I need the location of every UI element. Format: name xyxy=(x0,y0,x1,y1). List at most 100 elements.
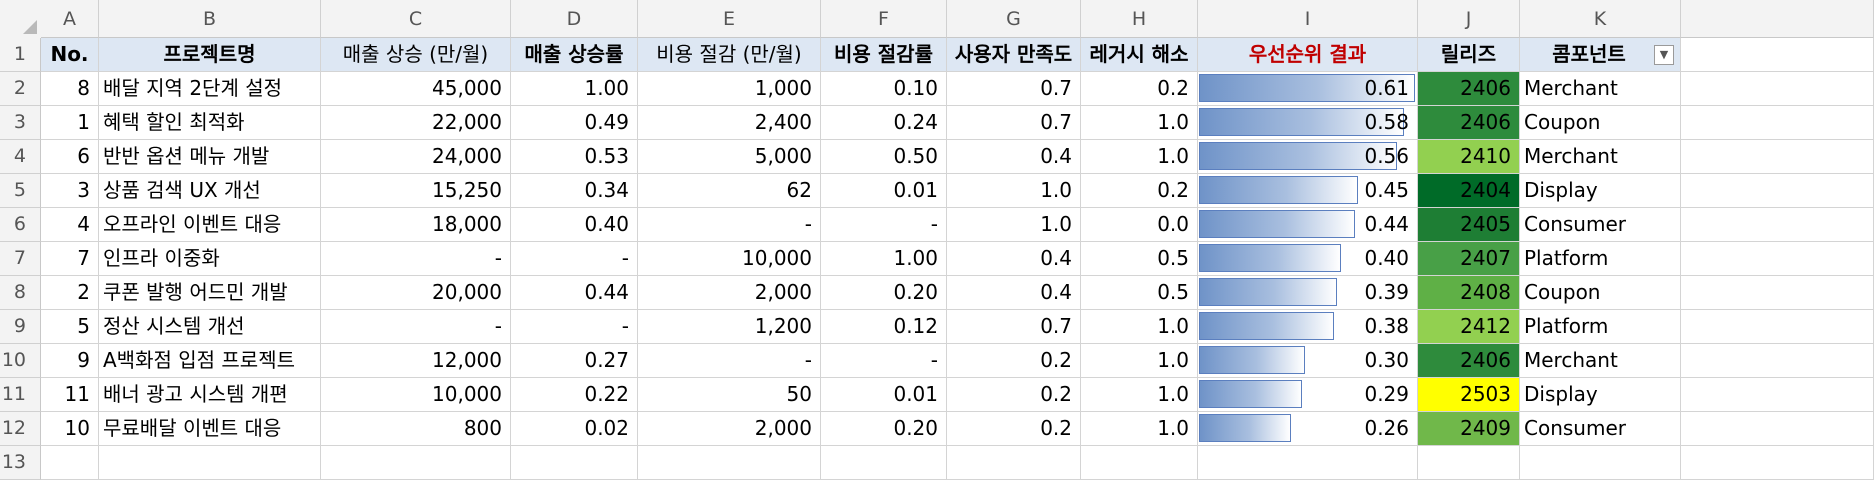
cell-i3[interactable]: 0.58 xyxy=(1198,106,1418,140)
cell-f5[interactable]: 0.01 xyxy=(821,174,947,208)
cell-k8[interactable]: Coupon xyxy=(1520,276,1681,310)
cell-c6[interactable]: 18,000 xyxy=(321,208,511,242)
cell-c11[interactable]: 10,000 xyxy=(321,378,511,412)
cell-e6[interactable]: - xyxy=(638,208,821,242)
column-header-h[interactable]: H xyxy=(1081,0,1198,38)
cell-b5[interactable]: 상품 검색 UX 개선 xyxy=(99,174,321,208)
column-header-a[interactable]: A xyxy=(41,0,99,38)
cell-a10[interactable]: 9 xyxy=(41,344,99,378)
cell-b3[interactable]: 혜택 할인 최적화 xyxy=(99,106,321,140)
row-header-6[interactable]: 6 xyxy=(0,208,41,242)
cell-g10[interactable]: 0.2 xyxy=(947,344,1081,378)
column-header-c[interactable]: C xyxy=(321,0,511,38)
header-cell-d[interactable]: 매출 상승률 xyxy=(511,38,638,72)
row-header-3[interactable]: 3 xyxy=(0,106,41,140)
cell-j10[interactable]: 2406 xyxy=(1418,344,1520,378)
cell-e3[interactable]: 2,400 xyxy=(638,106,821,140)
cell-g5[interactable]: 1.0 xyxy=(947,174,1081,208)
cell-c10[interactable]: 12,000 xyxy=(321,344,511,378)
cell-j9[interactable]: 2412 xyxy=(1418,310,1520,344)
row-header-13[interactable]: 13 xyxy=(0,446,41,480)
cell-j4[interactable]: 2410 xyxy=(1418,140,1520,174)
cell-f3[interactable]: 0.24 xyxy=(821,106,947,140)
column-header-k[interactable]: K xyxy=(1520,0,1681,38)
cell-f11[interactable]: 0.01 xyxy=(821,378,947,412)
cell-h5[interactable]: 0.2 xyxy=(1081,174,1198,208)
cell-g2[interactable]: 0.7 xyxy=(947,72,1081,106)
header-cell-c[interactable]: 매출 상승 (만/월) xyxy=(321,38,511,72)
cell-h9[interactable]: 1.0 xyxy=(1081,310,1198,344)
cell-b8[interactable]: 쿠폰 발행 어드민 개발 xyxy=(99,276,321,310)
cell-k5[interactable]: Display xyxy=(1520,174,1681,208)
column-header-d[interactable]: D xyxy=(511,0,638,38)
cell-k10[interactable]: Merchant xyxy=(1520,344,1681,378)
cell-d11[interactable]: 0.22 xyxy=(511,378,638,412)
cell-c12[interactable]: 800 xyxy=(321,412,511,446)
cell-b13[interactable] xyxy=(99,446,321,480)
column-header-j[interactable]: J xyxy=(1418,0,1520,38)
cell-h11[interactable]: 1.0 xyxy=(1081,378,1198,412)
cell-i6[interactable]: 0.44 xyxy=(1198,208,1418,242)
cell-j7[interactable]: 2407 xyxy=(1418,242,1520,276)
cell-k2[interactable]: Merchant xyxy=(1520,72,1681,106)
cell-b7[interactable]: 인프라 이중화 xyxy=(99,242,321,276)
cell-g7[interactable]: 0.4 xyxy=(947,242,1081,276)
cell-g3[interactable]: 0.7 xyxy=(947,106,1081,140)
cell-i11[interactable]: 0.29 xyxy=(1198,378,1418,412)
cell-e11[interactable]: 50 xyxy=(638,378,821,412)
cell-j5[interactable]: 2404 xyxy=(1418,174,1520,208)
row-header-1[interactable]: 1 xyxy=(0,38,41,72)
cell-i2[interactable]: 0.61 xyxy=(1198,72,1418,106)
cell-i7[interactable]: 0.40 xyxy=(1198,242,1418,276)
cell-c9[interactable]: - xyxy=(321,310,511,344)
row-header-5[interactable]: 5 xyxy=(0,174,41,208)
cell-e13[interactable] xyxy=(638,446,821,480)
cell-d6[interactable]: 0.40 xyxy=(511,208,638,242)
header-cell-h[interactable]: 레거시 해소 xyxy=(1081,38,1198,72)
cell-k7[interactable]: Platform xyxy=(1520,242,1681,276)
cell-i10[interactable]: 0.30 xyxy=(1198,344,1418,378)
cell-j8[interactable]: 2408 xyxy=(1418,276,1520,310)
cell-h6[interactable]: 0.0 xyxy=(1081,208,1198,242)
cell-h4[interactable]: 1.0 xyxy=(1081,140,1198,174)
cell-f9[interactable]: 0.12 xyxy=(821,310,947,344)
cell-e10[interactable]: - xyxy=(638,344,821,378)
cell-d9[interactable]: - xyxy=(511,310,638,344)
cell-f6[interactable]: - xyxy=(821,208,947,242)
cell-c3[interactable]: 22,000 xyxy=(321,106,511,140)
cell-h3[interactable]: 1.0 xyxy=(1081,106,1198,140)
cell-a12[interactable]: 10 xyxy=(41,412,99,446)
cell-c8[interactable]: 20,000 xyxy=(321,276,511,310)
row-header-7[interactable]: 7 xyxy=(0,242,41,276)
cell-i9[interactable]: 0.38 xyxy=(1198,310,1418,344)
cell-g13[interactable] xyxy=(947,446,1081,480)
cell-a8[interactable]: 2 xyxy=(41,276,99,310)
cell-a3[interactable]: 1 xyxy=(41,106,99,140)
cell-b4[interactable]: 반반 옵션 메뉴 개발 xyxy=(99,140,321,174)
cell-g4[interactable]: 0.4 xyxy=(947,140,1081,174)
cell-a7[interactable]: 7 xyxy=(41,242,99,276)
row-header-2[interactable]: 2 xyxy=(0,72,41,106)
cell-a9[interactable]: 5 xyxy=(41,310,99,344)
row-header-10[interactable]: 10 xyxy=(0,344,41,378)
cell-k12[interactable]: Consumer xyxy=(1520,412,1681,446)
cell-k11[interactable]: Display xyxy=(1520,378,1681,412)
cell-a6[interactable]: 4 xyxy=(41,208,99,242)
cell-d13[interactable] xyxy=(511,446,638,480)
cell-b11[interactable]: 배너 광고 시스템 개편 xyxy=(99,378,321,412)
cell-d7[interactable]: - xyxy=(511,242,638,276)
header-cell-k[interactable]: 콤포넌트 ▼ xyxy=(1520,38,1681,72)
cell-h13[interactable] xyxy=(1081,446,1198,480)
select-all-corner[interactable] xyxy=(0,0,42,39)
column-header-i[interactable]: I xyxy=(1198,0,1418,38)
cell-e12[interactable]: 2,000 xyxy=(638,412,821,446)
cell-f13[interactable] xyxy=(821,446,947,480)
cell-j6[interactable]: 2405 xyxy=(1418,208,1520,242)
row-header-12[interactable]: 12 xyxy=(0,412,41,446)
cell-g8[interactable]: 0.4 xyxy=(947,276,1081,310)
cell-d12[interactable]: 0.02 xyxy=(511,412,638,446)
cell-a11[interactable]: 11 xyxy=(41,378,99,412)
cell-f2[interactable]: 0.10 xyxy=(821,72,947,106)
column-header-g[interactable]: G xyxy=(947,0,1081,38)
cell-d10[interactable]: 0.27 xyxy=(511,344,638,378)
